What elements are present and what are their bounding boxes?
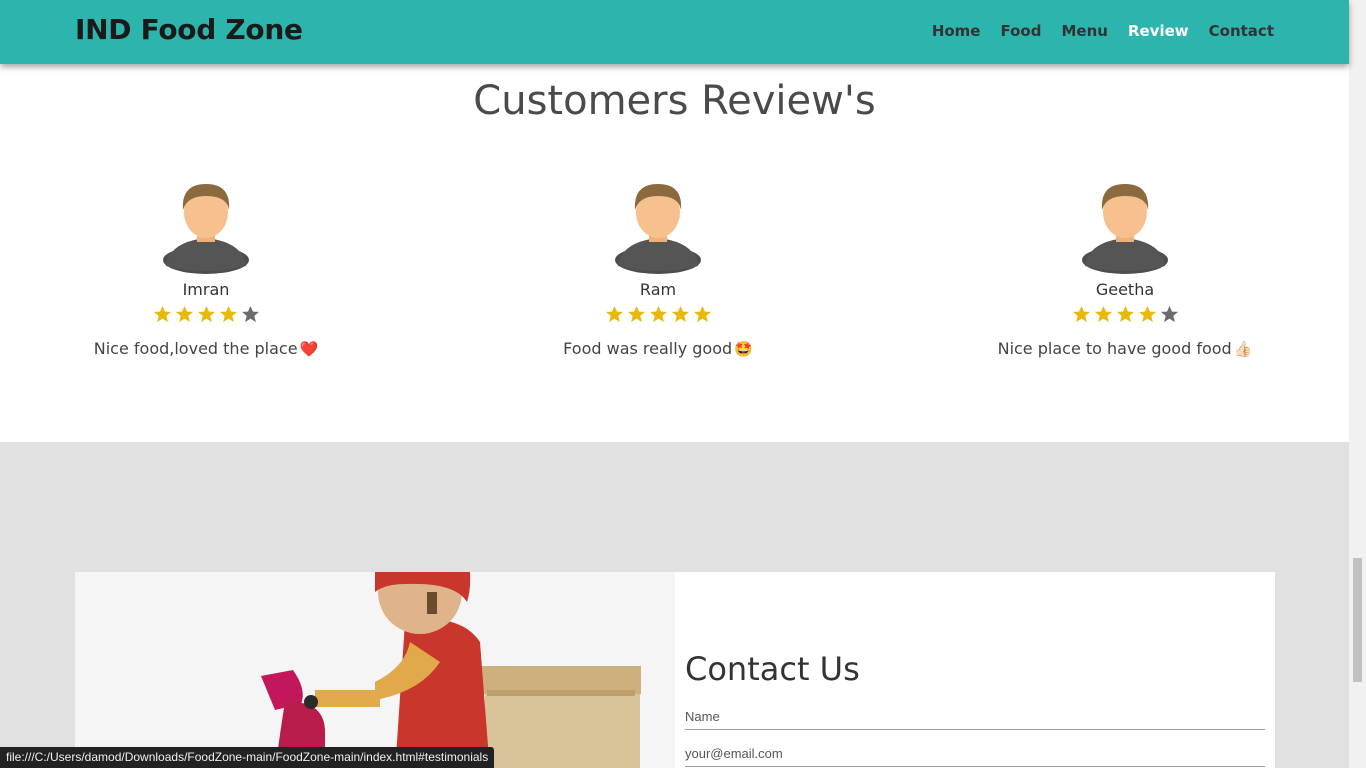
review-text: Nice place to have good food 👍🏻 — [975, 339, 1275, 358]
user-avatar-icon — [615, 184, 701, 274]
star-rating — [975, 305, 1275, 325]
page-scrollbar[interactable] — [1349, 0, 1366, 768]
scrollbar-thumb[interactable] — [1353, 558, 1362, 682]
contact-form: Contact Us — [685, 572, 1265, 768]
review-text-content: Nice place to have good food — [997, 339, 1232, 358]
nav-review[interactable]: Review — [1128, 22, 1189, 40]
review-text: Nice food,loved the place ❤️ — [56, 339, 356, 358]
contact-card: Contact Us — [75, 572, 1275, 768]
reviewer-name: Imran — [182, 280, 230, 299]
user-avatar-icon — [1082, 184, 1168, 274]
filled-star-icon — [627, 305, 645, 323]
filled-star-icon — [649, 305, 667, 323]
filled-star-icon — [153, 305, 171, 323]
filled-star-icon — [1116, 305, 1134, 323]
contact-section: Contact Us — [0, 442, 1349, 768]
filled-star-icon — [219, 305, 237, 323]
delivery-man-image — [261, 572, 641, 768]
filled-star-icon — [1138, 305, 1156, 323]
review-card: Imran Nice food,loved the place ❤️ — [56, 180, 356, 358]
contact-title: Contact Us — [685, 650, 860, 688]
nav-links: Home Food Menu Review Contact — [932, 22, 1274, 40]
star-rating — [508, 305, 808, 325]
heart-emoji-icon: ❤️ — [299, 339, 319, 358]
reviews-title: Customers Review's — [473, 78, 876, 124]
navbar: IND Food Zone Home Food Menu Review Cont… — [0, 0, 1349, 64]
nav-home[interactable]: Home — [932, 22, 981, 40]
review-text: Food was really good 🤩 — [508, 339, 808, 358]
filled-star-icon — [175, 305, 193, 323]
filled-star-icon — [197, 305, 215, 323]
star-struck-emoji-icon: 🤩 — [734, 339, 753, 358]
empty-star-icon — [1160, 305, 1178, 323]
brand-logo[interactable]: IND Food Zone — [75, 13, 303, 46]
user-avatar-icon — [163, 184, 249, 274]
empty-star-icon — [241, 305, 259, 323]
reviewer-name: Ram — [639, 280, 677, 299]
filled-star-icon — [693, 305, 711, 323]
filled-star-icon — [671, 305, 689, 323]
review-card: Geetha Nice place to have good food 👍🏻 — [975, 180, 1275, 358]
reviews-section: Customers Review's Imran Nice food,loved… — [0, 64, 1349, 442]
filled-star-icon — [1094, 305, 1112, 323]
filled-star-icon — [605, 305, 623, 323]
nav-food[interactable]: Food — [1000, 22, 1041, 40]
email-input[interactable] — [685, 745, 1265, 767]
thumbs-up-emoji-icon: 👍🏻 — [1233, 339, 1253, 358]
star-rating — [56, 305, 356, 325]
review-card: Ram Food was really good 🤩 — [508, 180, 808, 358]
nav-contact[interactable]: Contact — [1209, 22, 1274, 40]
review-text-content: Food was really good — [563, 339, 733, 358]
nav-menu[interactable]: Menu — [1061, 22, 1107, 40]
review-text-content: Nice food,loved the place — [93, 339, 298, 358]
filled-star-icon — [1072, 305, 1090, 323]
delivery-illustration — [75, 572, 675, 768]
browser-status-bar: file:///C:/Users/damod/Downloads/FoodZon… — [0, 747, 495, 768]
reviewer-name: Geetha — [1095, 280, 1155, 299]
name-input[interactable] — [685, 708, 1265, 730]
